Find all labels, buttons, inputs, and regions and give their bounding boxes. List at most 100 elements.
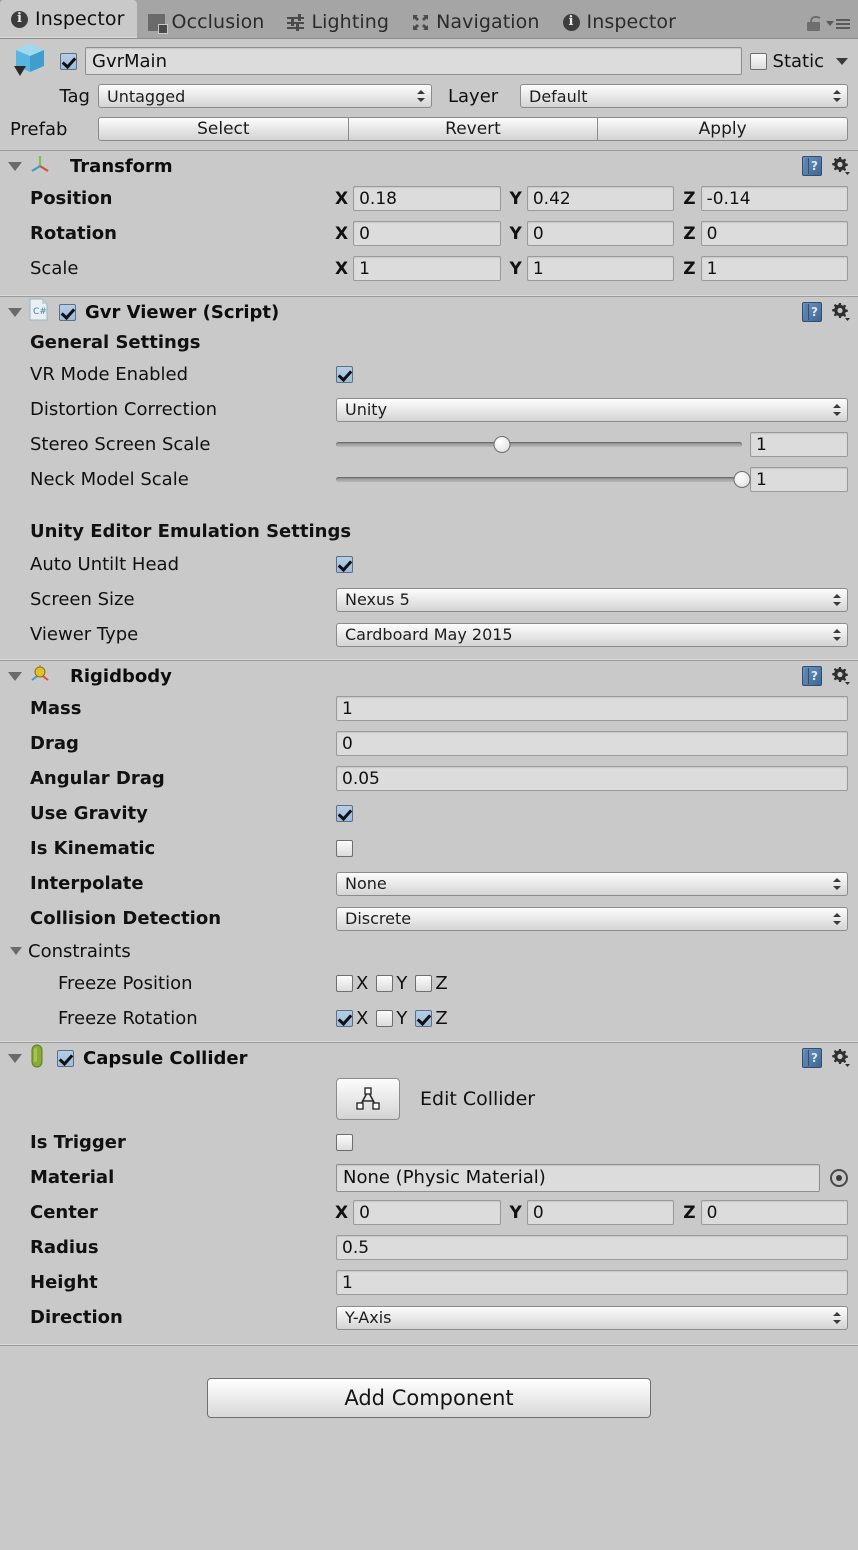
screen-size-dropdown[interactable]: Nexus 5 (336, 587, 848, 612)
transform-rotation-row: Rotation X 0 Y 0 Z 0 (0, 216, 858, 251)
gear-icon[interactable] (830, 302, 850, 322)
help-icon[interactable] (802, 302, 822, 323)
center-y-input[interactable]: 0 (526, 1200, 675, 1225)
object-picker-icon[interactable] (830, 1168, 848, 1187)
center-z-input[interactable]: 0 (700, 1200, 849, 1225)
static-checkbox[interactable] (749, 52, 767, 70)
constraints-row[interactable]: Constraints (0, 936, 858, 966)
mass-input[interactable]: 1 (336, 696, 848, 721)
tab-occlusion[interactable]: Occlusion (137, 6, 277, 38)
interpolate-dropdown[interactable]: None (336, 871, 848, 896)
is-trigger-checkbox[interactable] (336, 1134, 353, 1151)
foldout-triangle-icon[interactable] (8, 1053, 22, 1063)
neck-model-scale-input[interactable]: 1 (750, 467, 848, 492)
foldout-triangle-icon[interactable] (8, 307, 22, 317)
collision-detection-label: Collision Detection (30, 908, 222, 929)
tab-label: Inspector (35, 8, 125, 30)
mass-label: Mass (30, 698, 82, 719)
gear-icon[interactable] (830, 1048, 850, 1068)
layer-dropdown[interactable]: Default (520, 84, 848, 108)
edit-collider-button[interactable] (336, 1078, 400, 1120)
static-dropdown-caret-icon[interactable] (836, 57, 848, 65)
rotation-z-input[interactable]: 0 (700, 221, 849, 246)
tag-dropdown[interactable]: Untagged (98, 84, 432, 108)
gear-icon[interactable] (830, 156, 850, 176)
height-input[interactable]: 1 (336, 1270, 848, 1295)
lock-icon[interactable] (807, 16, 822, 31)
center-x-input[interactable]: 0 (353, 1200, 501, 1225)
mass-row: Mass 1 (0, 691, 858, 726)
scale-y-input[interactable]: 1 (526, 256, 675, 281)
add-component-button[interactable]: Add Component (207, 1378, 651, 1418)
prefab-select-button[interactable]: Select (98, 117, 349, 141)
viewer-type-dropdown[interactable]: Cardboard May 2015 (336, 622, 848, 647)
hamburger-menu-icon[interactable] (826, 18, 850, 29)
scale-x-input[interactable]: 1 (353, 256, 501, 281)
position-x-input[interactable]: 0.18 (353, 186, 501, 211)
neck-model-scale-slider[interactable] (336, 469, 751, 491)
capsule-collider-header[interactable]: Capsule Collider (0, 1043, 858, 1073)
tab-label: Inspector (586, 11, 677, 33)
interpolate-row: Interpolate None (0, 866, 858, 901)
direction-label: Direction (30, 1307, 123, 1328)
rotation-y-input[interactable]: 0 (526, 221, 675, 246)
slider-knob[interactable] (733, 471, 751, 488)
foldout-triangle-icon[interactable] (8, 161, 22, 171)
stereo-screen-scale-input[interactable]: 1 (750, 432, 848, 457)
tab-inspector-1[interactable]: Inspector (0, 0, 137, 38)
freeze-position-x-checkbox[interactable] (336, 975, 353, 992)
is-kinematic-checkbox[interactable] (336, 840, 353, 857)
radius-input[interactable]: 0.5 (336, 1235, 848, 1260)
help-icon[interactable] (802, 666, 822, 687)
freeze-rotation-z-checkbox[interactable] (415, 1010, 433, 1027)
object-enabled-checkbox[interactable] (60, 52, 77, 70)
tab-navigation[interactable]: Navigation (401, 6, 551, 38)
drag-input[interactable]: 0 (336, 731, 848, 756)
object-name-input[interactable]: GvrMain (85, 47, 742, 75)
vr-mode-label: VR Mode Enabled (30, 364, 189, 385)
direction-dropdown[interactable]: Y-Axis (336, 1305, 848, 1330)
foldout-triangle-icon[interactable] (8, 671, 22, 681)
capsule-collider-enabled-checkbox[interactable] (57, 1049, 74, 1067)
stereo-screen-scale-slider[interactable] (336, 434, 742, 456)
gvr-viewer-enabled-checkbox[interactable] (59, 303, 76, 321)
general-settings-heading: General Settings (30, 331, 201, 353)
slider-knob[interactable] (493, 436, 511, 453)
lighting-icon (287, 13, 305, 31)
prefab-revert-button[interactable]: Revert (348, 117, 599, 141)
distortion-correction-dropdown[interactable]: Unity (336, 397, 848, 422)
screen-size-row: Screen Size Nexus 5 (0, 582, 858, 617)
angular-drag-input[interactable]: 0.05 (336, 766, 848, 791)
gvr-viewer-header[interactable]: C# Gvr Viewer (Script) (0, 297, 858, 327)
constraints-foldout-icon[interactable] (10, 947, 22, 955)
prefab-label: Prefab (10, 118, 68, 140)
rigidbody-header[interactable]: Rigidbody (0, 661, 858, 691)
help-icon[interactable] (802, 1048, 822, 1069)
freeze-rotation-y-checkbox[interactable] (376, 1010, 394, 1027)
use-gravity-checkbox[interactable] (336, 805, 353, 822)
position-z-input[interactable]: -0.14 (700, 186, 849, 211)
direction-value: Y-Axis (345, 1308, 392, 1327)
use-gravity-label: Use Gravity (30, 803, 148, 824)
freeze-position-y-checkbox[interactable] (376, 975, 394, 992)
collision-detection-dropdown[interactable]: Discrete (336, 906, 848, 931)
freeze-position-z-checkbox[interactable] (415, 975, 433, 992)
rotation-x-input[interactable]: 0 (353, 221, 501, 246)
gear-icon[interactable] (830, 666, 850, 686)
vr-mode-checkbox[interactable] (336, 366, 353, 383)
position-x-value: 0.18 (359, 188, 397, 209)
auto-untilt-head-checkbox[interactable] (336, 556, 353, 573)
axis-label-x: X (356, 973, 369, 994)
help-icon[interactable] (802, 156, 822, 177)
scale-z-input[interactable]: 1 (700, 256, 849, 281)
neck-model-scale-value: 1 (756, 469, 767, 490)
emulation-settings-heading-row: Unity Editor Emulation Settings (0, 515, 858, 547)
tab-lighting[interactable]: Lighting (276, 6, 401, 38)
material-object-field[interactable]: None (Physic Material) (336, 1163, 820, 1192)
transform-header[interactable]: Transform (0, 151, 858, 181)
transform-icon (29, 153, 53, 180)
freeze-rotation-x-checkbox[interactable] (336, 1010, 353, 1027)
position-y-input[interactable]: 0.42 (526, 186, 675, 211)
tab-inspector-2[interactable]: Inspector (552, 6, 689, 38)
prefab-apply-button[interactable]: Apply (598, 117, 849, 141)
